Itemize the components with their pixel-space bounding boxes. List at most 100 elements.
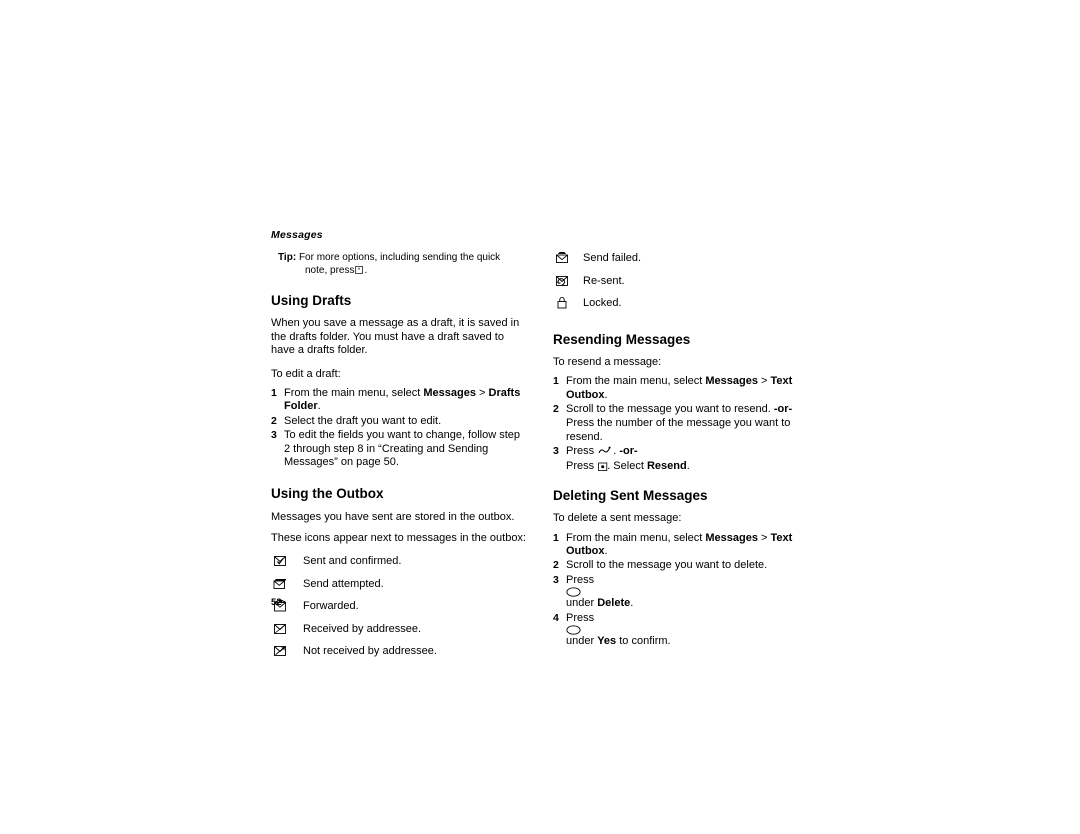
- list-item: Sent and confirmed.: [271, 555, 529, 572]
- step-text: under: [566, 634, 598, 647]
- step-text: From the main menu, select: [566, 375, 706, 388]
- step-body: To edit the fields you want to change, f…: [284, 429, 520, 468]
- step-body: Select the draft you want to edit.: [284, 415, 441, 427]
- list-item: Not received by addressee.: [271, 645, 529, 662]
- step-text: Press: [566, 573, 595, 586]
- deleting-steps: 1 From the main menu, select Messages > T…: [553, 532, 811, 649]
- step-number: 2: [553, 559, 559, 572]
- list-item: Received by addressee.: [271, 623, 529, 640]
- menu-key-icon: [598, 445, 612, 456]
- list-item: Send failed.: [553, 252, 811, 269]
- emphasis: Messages: [423, 387, 476, 399]
- emphasis: Messages: [705, 531, 758, 544]
- option-key-icon: [566, 587, 811, 597]
- heading-resending-messages: Resending Messages: [553, 331, 691, 347]
- step-number: 4: [553, 611, 559, 624]
- list-item-label: Locked.: [583, 297, 622, 309]
- star-key-icon: *: [355, 265, 364, 274]
- step-number: 1: [553, 531, 559, 544]
- list-item-label: Received by addressee.: [303, 622, 422, 635]
- padlock-icon: [555, 296, 570, 310]
- emphasis: -or-: [619, 445, 638, 458]
- tip-text: For more options, including sending the …: [298, 252, 501, 263]
- step-text: Select the draft you want to edit.: [284, 414, 442, 427]
- list-item-label: Send failed.: [583, 252, 642, 264]
- step-body: Press under Delete.: [566, 574, 811, 609]
- step-text: Press: [566, 459, 598, 472]
- step-number: 2: [271, 414, 277, 427]
- list-item-label: Re-sent.: [583, 274, 625, 287]
- envelope-stack-icon: [273, 577, 288, 591]
- step-item: 2 Scroll to the message you want to resen…: [553, 403, 811, 416]
- right-column: Send failed. Re-sent. Locked. Resending Me…: [553, 252, 811, 649]
- tip-block: Tip: For more options, including sending…: [278, 252, 529, 277]
- step-item: 4 Press under Yes to confirm.: [553, 612, 811, 649]
- step-text: to confirm.: [616, 634, 671, 647]
- list-item-label: Not received by addressee.: [303, 645, 437, 658]
- step-text: under: [566, 597, 598, 610]
- step-text: . Select: [607, 459, 647, 472]
- outbox-icon-legend-continued: Send failed. Re-sent. Locked.: [553, 252, 811, 314]
- step-text: .: [604, 388, 608, 401]
- list-item: Re-sent.: [553, 275, 811, 292]
- step-body: From the main menu, select Messages > Te…: [566, 532, 792, 557]
- outbox-para-2: These icons appear next to messages in t…: [271, 532, 526, 545]
- step-item: 2 Select the draft you want to edit.: [271, 415, 529, 428]
- step-text: Press: [566, 611, 595, 624]
- left-column: Tip: For more options, including sending…: [271, 252, 529, 668]
- outbox-para-1: Messages you have sent are stored in the…: [271, 510, 515, 523]
- heading-using-drafts: Using Drafts: [271, 293, 352, 309]
- step-body: From the main menu, select Messages > Te…: [566, 375, 792, 400]
- using-drafts-steps: 1 From the main menu, select Messages > D…: [271, 387, 529, 469]
- step-text: >: [757, 531, 771, 544]
- emphasis: Yes: [597, 634, 617, 647]
- emphasis: Messages: [705, 375, 758, 388]
- step-item: 3 To edit the fields you want to change, …: [271, 429, 529, 469]
- step-item: 3 Press . -or-: [553, 445, 811, 458]
- step-text: Press: [566, 445, 598, 458]
- step-body: Scroll to the message you want to resend…: [566, 403, 792, 415]
- step-text: Press the number of the message you want…: [566, 417, 791, 443]
- step-body: From the main menu, select Messages > Dr…: [284, 387, 520, 412]
- step-number: 1: [271, 387, 277, 399]
- tip-text-3: .: [364, 264, 368, 276]
- step-body: Scroll to the message you want to delete…: [566, 559, 767, 571]
- tip-label: Tip:: [278, 252, 297, 263]
- step-item: 1 From the main menu, select Messages > T…: [553, 532, 811, 559]
- envelope-check-icon: [273, 554, 288, 568]
- step-number: 3: [553, 573, 559, 586]
- emphasis: -or-: [773, 402, 793, 415]
- step-item: 1 From the main menu, select Messages > T…: [553, 375, 811, 402]
- page-number: 52: [271, 597, 282, 608]
- step-number: 3: [553, 445, 559, 458]
- select-key-icon: [598, 462, 608, 471]
- manual-page: Messages Tip: For more options, includin…: [0, 0, 1080, 834]
- step-text: .: [630, 597, 634, 610]
- outbox-icon-legend: Sent and confirmed. Send attempted. Forwar…: [271, 555, 529, 662]
- step-text: To edit the fields you want to change, f…: [284, 429, 521, 469]
- list-item-label: Sent and confirmed.: [303, 555, 402, 568]
- tip-text-2: note, press: [305, 264, 355, 276]
- option-key-icon: [566, 625, 811, 635]
- step-text: .: [686, 459, 690, 472]
- step-text: Scroll to the message you want to delete…: [566, 559, 768, 572]
- list-item-label: Send attempted.: [303, 577, 384, 590]
- envelope-resent-icon: [555, 274, 570, 288]
- step-number: 1: [553, 375, 559, 388]
- svg-text:*: *: [358, 268, 361, 274]
- tip-text-continued: note, press *.: [305, 265, 529, 278]
- running-head: Messages: [271, 229, 323, 241]
- step-text: From the main menu, select: [566, 531, 706, 544]
- list-item-label: Forwarded.: [303, 600, 359, 613]
- resending-lead: To resend a message:: [553, 355, 662, 368]
- envelope-not-received-icon: [273, 644, 288, 658]
- step-text: Scroll to the message you want to resend…: [566, 402, 774, 415]
- resending-steps: 1 From the main menu, select Messages > T…: [553, 375, 811, 473]
- step-number: 2: [553, 402, 559, 415]
- list-item: Forwarded.: [271, 599, 529, 617]
- step-continuation: Press . Select Resend.: [553, 460, 811, 473]
- using-drafts-lead: To edit a draft:: [271, 367, 341, 380]
- emphasis: Delete: [597, 597, 631, 610]
- deleting-lead: To delete a sent message:: [553, 512, 682, 525]
- step-item: 2 Scroll to the message you want to delet…: [553, 559, 811, 572]
